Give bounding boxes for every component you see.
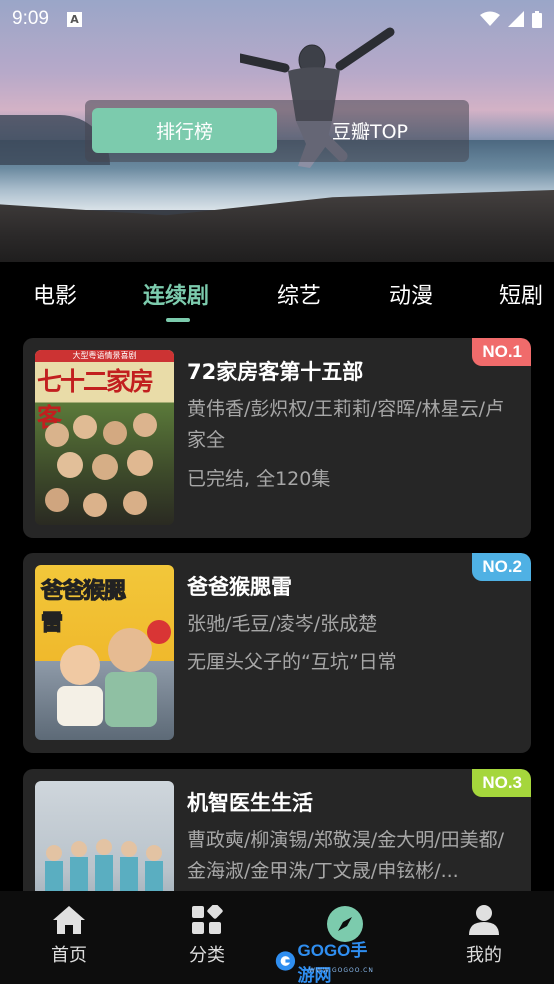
rank-badge: NO.2 — [472, 553, 531, 581]
item-title: 机智医生生活 — [187, 791, 313, 815]
poster-figures — [45, 413, 157, 517]
user-icon — [469, 905, 499, 935]
item-cast: 张驰/毛豆/凌岑/张成楚 — [187, 613, 378, 635]
notification-a-icon: A — [66, 11, 82, 27]
active-tab-indicator — [166, 318, 190, 322]
item-description: 已完结, 全120集 — [187, 468, 331, 490]
item-description: 无厘头父子的“互坑”日常 — [187, 651, 397, 673]
ranking-card[interactable]: 爸爸猴腮雷 爸爸猴腮雷 张驰/毛豆/凌岑/张成楚 无厘头父子的“互坑”日常 NO… — [23, 553, 531, 753]
rank-badge: NO.3 — [472, 769, 531, 797]
ranking-segmented-control: 排行榜 豆瓣TOP — [85, 100, 469, 162]
segment-ranking[interactable]: 排行榜 — [92, 108, 277, 153]
nav-home[interactable]: 首页 — [24, 905, 114, 967]
poster-figures — [57, 620, 171, 727]
item-title: 72家房客第十五部 — [187, 360, 364, 384]
poster-image: 大型粤语情景喜剧 七十二家房客 — [35, 350, 174, 525]
gogo-watermark: GOGO手游网 WWW.GOGOO.CN — [275, 941, 381, 984]
item-cast: 黄伟香/彭炽权/王莉莉/容晖/林星云/卢家全 — [187, 398, 505, 451]
nav-category[interactable]: 分类 — [162, 905, 252, 967]
status-time: 9:09 — [12, 8, 49, 29]
wifi-icon — [480, 11, 500, 26]
poster-image: 爸爸猴腮雷 — [35, 565, 174, 740]
nav-category-label: 分类 — [189, 945, 225, 966]
poster-title-text: 七十二家房客 — [37, 367, 154, 432]
status-bar: 9:09 A — [0, 0, 554, 38]
watermark-text: GOGO手游网 — [297, 941, 368, 984]
tab-short-drama[interactable]: 短剧 — [499, 278, 543, 310]
tab-series[interactable]: 连续剧 — [143, 278, 209, 310]
category-icon — [192, 905, 223, 934]
home-icon — [53, 906, 85, 934]
category-tabs: 电影 连续剧 综艺 动漫 短剧 — [0, 262, 554, 324]
item-cast: 曹政奭/柳演锡/郑敬淏/金大明/田美都/金海淑/金甲洙/丁文晟/申铉彬/... — [187, 829, 505, 882]
battery-icon — [532, 10, 542, 28]
nav-home-label: 首页 — [51, 945, 87, 966]
segment-douban-top[interactable]: 豆瓣TOP — [285, 108, 455, 153]
rank-badge: NO.1 — [472, 338, 531, 366]
tab-anime[interactable]: 动漫 — [389, 278, 433, 310]
nav-mine[interactable]: 我的 — [439, 905, 529, 967]
tab-variety[interactable]: 综艺 — [277, 278, 321, 310]
item-title: 爸爸猴腮雷 — [187, 575, 292, 599]
hero-banner: 9:09 A 排行榜 豆瓣TOP — [0, 0, 554, 262]
tab-movie[interactable]: 电影 — [33, 278, 77, 310]
nav-mine-label: 我的 — [466, 945, 502, 966]
poster-top-text: 大型粤语情景喜剧 — [35, 350, 174, 362]
signal-icon — [508, 11, 524, 27]
gogo-logo-icon — [275, 951, 296, 971]
ranking-card[interactable]: 大型粤语情景喜剧 七十二家房客 72家房客第十五部 黄伟香/彭炽权/王莉莉/容晖… — [23, 338, 531, 538]
watermark-subtext: WWW.GOGOO.CN — [309, 967, 374, 974]
bottom-navigation: 首页 分类 我的 GOGO手游网 WWW.GOGOO.CN — [0, 891, 554, 984]
